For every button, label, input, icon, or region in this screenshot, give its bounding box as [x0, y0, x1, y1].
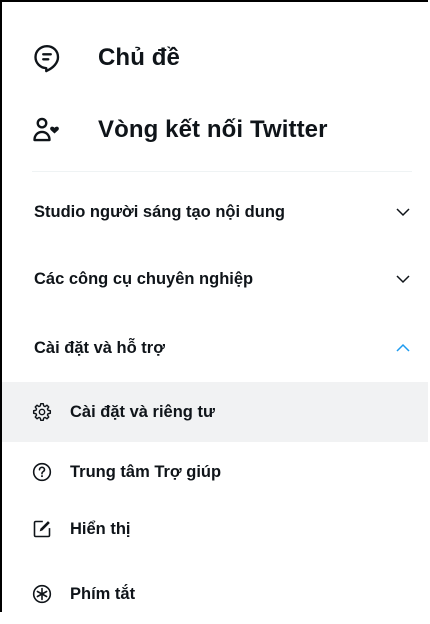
menu-item-topics[interactable]: Chủ đề: [2, 36, 428, 80]
submenu-keyboard-shortcuts[interactable]: Phím tắt: [2, 564, 428, 624]
submenu-help-center-label: Trung tâm Trợ giúp: [70, 462, 222, 481]
chevron-up-icon: [396, 343, 410, 352]
section-creator-studio[interactable]: Studio người sáng tạo nội dung: [2, 190, 428, 234]
submenu-settings-privacy-label: Cài đặt và riêng tư: [70, 402, 215, 421]
submenu-settings-privacy[interactable]: Cài đặt và riêng tư: [2, 382, 428, 442]
section-settings-support-label: Cài đặt và hỗ trợ: [34, 338, 165, 357]
divider: [32, 171, 412, 172]
gear-icon: [32, 402, 52, 422]
keyboard-shortcut-icon: [32, 584, 52, 604]
menu-item-twitter-circle[interactable]: Vòng kết nối Twitter: [2, 108, 428, 152]
section-creator-studio-label: Studio người sáng tạo nội dung: [34, 202, 285, 221]
section-professional-tools-label: Các công cụ chuyên nghiệp: [34, 269, 254, 288]
menu-item-twitter-circle-label: Vòng kết nối Twitter: [98, 116, 328, 143]
section-professional-tools[interactable]: Các công cụ chuyên nghiệp: [2, 257, 428, 301]
chevron-down-icon: [396, 275, 410, 284]
submenu-display-label: Hiển thị: [70, 519, 131, 538]
menu-item-topics-label: Chủ đề: [98, 44, 180, 71]
twitter-circle-icon: [33, 117, 59, 142]
side-menu: Chủ đề Vòng kết nối Twitter Studio người…: [0, 0, 428, 612]
topics-icon: [34, 44, 60, 73]
edit-display-icon: [33, 520, 51, 538]
section-settings-support[interactable]: Cài đặt và hỗ trợ: [2, 326, 428, 370]
submenu-keyboard-shortcuts-label: Phím tắt: [70, 584, 136, 603]
submenu-display[interactable]: Hiển thị: [2, 499, 428, 559]
submenu-help-center[interactable]: Trung tâm Trợ giúp: [2, 442, 428, 502]
help-circle-icon: [32, 462, 52, 482]
chevron-down-icon: [396, 208, 410, 217]
